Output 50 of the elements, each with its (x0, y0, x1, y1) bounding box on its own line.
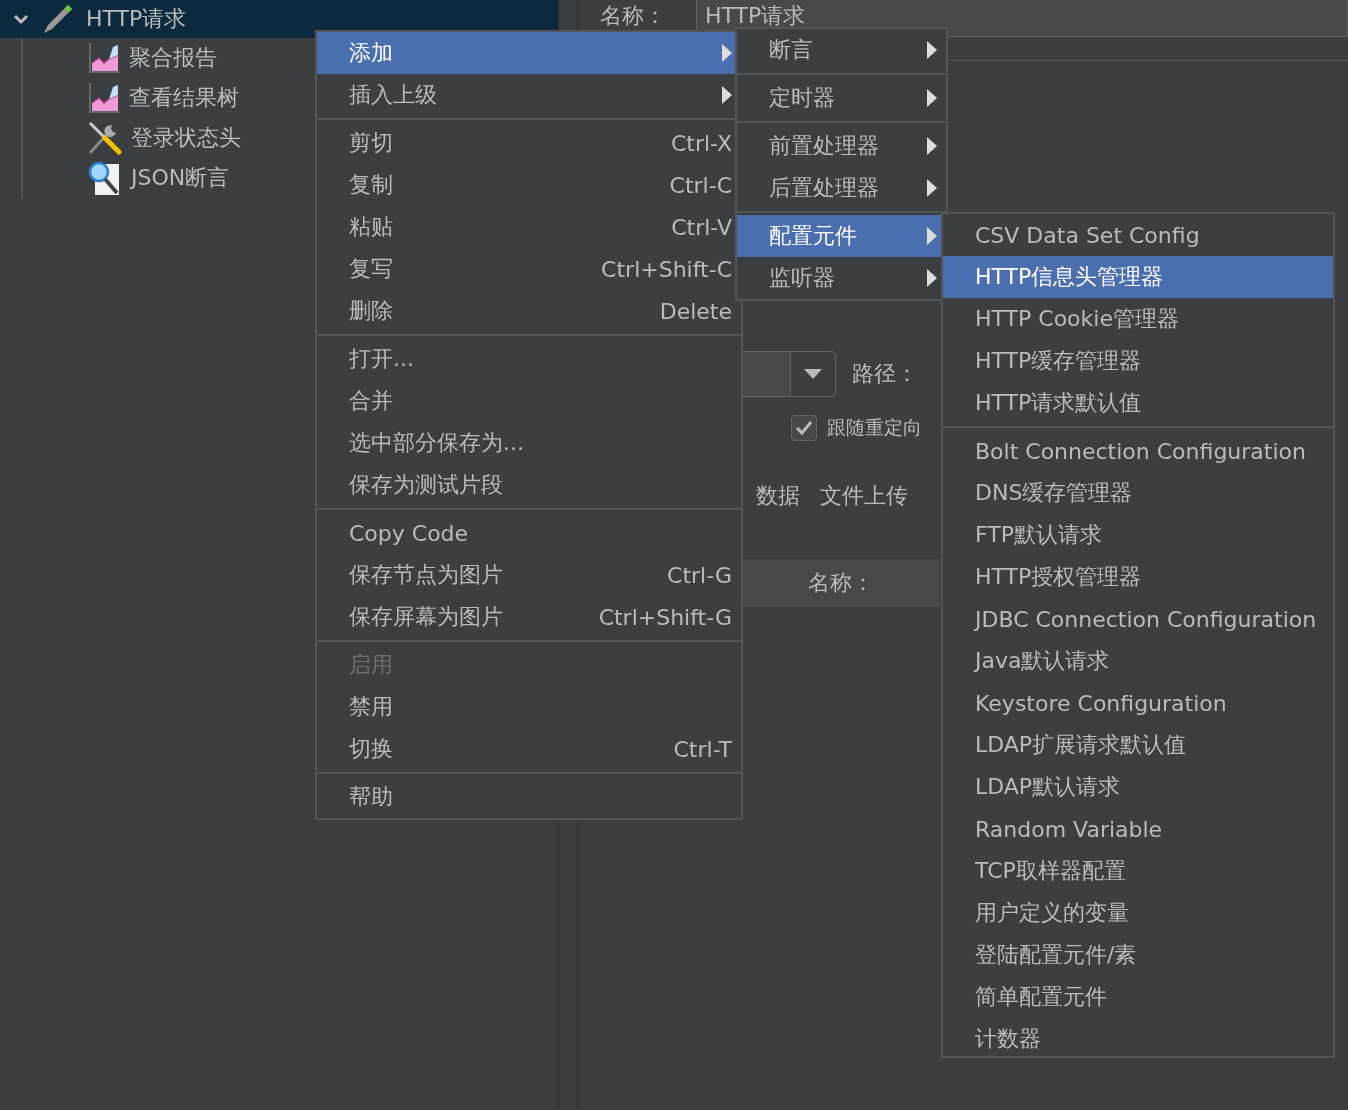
menu-item[interactable]: 后置处理器 (737, 167, 946, 209)
menu-item[interactable]: CSV Data Set Config (943, 214, 1333, 256)
checkbox-label: 跟随重定向 (827, 415, 922, 440)
menu-item[interactable]: DNS缓存管理器 (943, 472, 1333, 514)
chart-icon (87, 81, 121, 115)
menu-item[interactable]: Random Variable (943, 808, 1333, 850)
name-label: 名称： (599, 2, 667, 30)
tree-node[interactable]: JSON断言 (87, 158, 230, 198)
tree-node[interactable]: HTTP请求 (0, 0, 558, 38)
checkbox[interactable] (791, 415, 817, 441)
menu-item[interactable]: 合并 (317, 380, 741, 422)
tree-node[interactable]: 登录状态头 (87, 118, 241, 158)
dropdown-arrow-icon (804, 369, 822, 379)
menu-item[interactable]: 打开... (317, 338, 741, 380)
menu-item[interactable]: LDAP扩展请求默认值 (943, 724, 1333, 766)
menu-item[interactable]: FTP默认请求 (943, 514, 1333, 556)
menu-item[interactable]: 切换 Ctrl-T (317, 728, 741, 770)
path-label: 路径： (852, 360, 918, 388)
menu-item[interactable]: Bolt Connection Configuration (943, 430, 1333, 472)
menu-item[interactable]: 计数器 (943, 1018, 1333, 1060)
menu-item[interactable]: 保存屏幕为图片 Ctrl+Shift-G (317, 596, 741, 638)
menu-item[interactable]: HTTP请求默认值 (943, 382, 1333, 424)
name-field[interactable]: HTTP请求 (696, 0, 1348, 37)
menu-item[interactable]: TCP取样器配置 (943, 850, 1333, 892)
menu-item[interactable]: 禁用 (317, 686, 741, 728)
menu-item[interactable]: 前置处理器 (737, 125, 946, 167)
checkmark-icon (795, 420, 813, 436)
menu-item[interactable]: 保存节点为图片 Ctrl-G (317, 554, 741, 596)
tree-node[interactable]: 查看结果树 (87, 78, 239, 118)
tab[interactable]: 数据 (756, 477, 800, 515)
menu-item[interactable]: Keystore Configuration (943, 682, 1333, 724)
table-header: 名称： (742, 559, 940, 607)
tree-node[interactable]: 聚合报告 (87, 38, 217, 78)
chart-icon (87, 41, 121, 75)
menu-item[interactable]: HTTP信息头管理器 (943, 256, 1333, 298)
menu-item[interactable]: JDBC Connection Configuration (943, 598, 1333, 640)
menu-item[interactable]: 登陆配置元件/素 (943, 934, 1333, 976)
menu-item[interactable]: Java默认请求 (943, 640, 1333, 682)
menu-item[interactable]: LDAP默认请求 (943, 766, 1333, 808)
menu-item[interactable]: 保存为测试片段 (317, 464, 741, 506)
menu-item[interactable]: Copy Code (317, 512, 741, 554)
tab[interactable]: 文件上传 (820, 477, 908, 515)
menu-item[interactable]: 简单配置元件 (943, 976, 1333, 1018)
menu-item[interactable]: 用户定义的变量 (943, 892, 1333, 934)
menu-item[interactable]: 帮助 (317, 776, 741, 818)
menu-item[interactable]: 选中部分保存为... (317, 422, 741, 464)
menu-item[interactable]: HTTP授权管理器 (943, 556, 1333, 598)
menu-item[interactable]: HTTP Cookie管理器 (943, 298, 1333, 340)
tools-icon (87, 120, 123, 156)
menu-item[interactable]: HTTP缓存管理器 (943, 340, 1333, 382)
